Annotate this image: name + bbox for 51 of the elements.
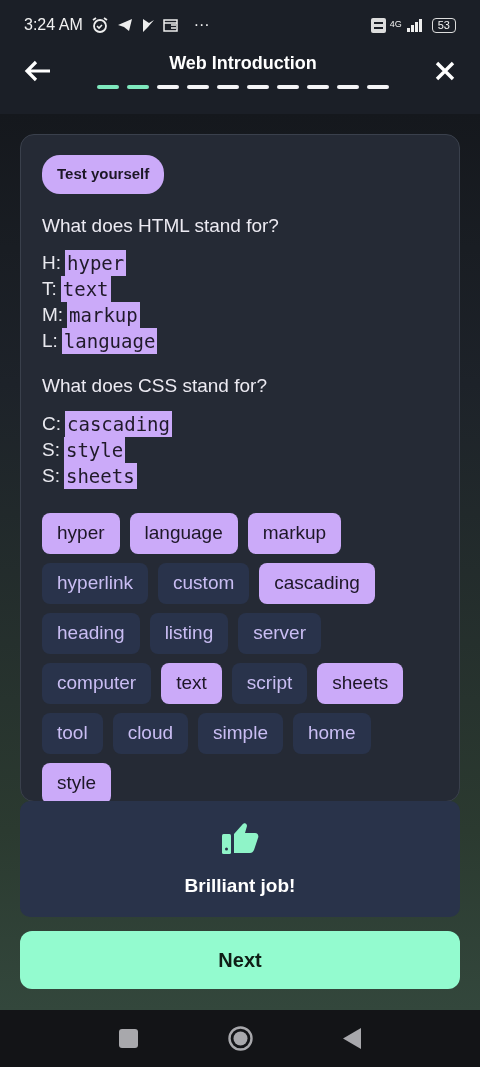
letter-label: S: [42,463,60,488]
word-chip[interactable]: simple [198,712,283,754]
word-chip[interactable]: heading [42,612,140,654]
back-button[interactable] [24,58,52,82]
signal-icon [405,18,424,32]
back-nav-button[interactable] [343,1028,361,1049]
answer-word: markup [67,302,140,328]
page-title: Web Introduction [169,52,317,75]
word-chip[interactable]: markup [247,512,342,554]
battery-level: 53 [431,17,456,33]
word-chip[interactable]: language [129,512,238,554]
word-chip[interactable]: style [42,762,112,801]
alarm-icon [90,16,109,34]
paper-plane-icon [116,18,133,32]
word-chip[interactable]: home [292,712,371,754]
word-chip[interactable]: custom [158,562,250,604]
word-chip[interactable]: listing [149,612,229,654]
letter-label: T: [42,277,57,301]
letter-label: L: [42,329,58,353]
more-indicator: ··· [193,15,210,35]
letter-label: S: [42,437,60,462]
quiz-badge: Test yourself [42,155,165,194]
word-chip[interactable]: server [238,612,321,654]
word-chip[interactable]: hyperlink [42,562,149,604]
answer-word: sheets [63,462,137,489]
answer-word: style [63,436,126,463]
answer-word: cascading [65,410,172,437]
check-flag-icon [140,17,155,33]
question-text: What does HTML stand for? [42,213,280,238]
word-chip[interactable]: cloud [112,712,189,754]
letter-label: C: [42,411,61,436]
home-button[interactable] [228,1026,253,1051]
feedback-message: Brilliant job! [184,873,296,898]
word-chip[interactable]: computer [42,662,152,704]
clock-time: 3:24 AM [24,15,83,35]
word-chip[interactable]: cascading [259,562,375,604]
answer-word: hyper [65,250,127,276]
word-chip[interactable]: text [161,662,222,704]
letter-label: M: [42,303,64,327]
answer-word: language [61,328,158,354]
word-chip[interactable]: script [231,662,308,704]
volte-icon [370,17,386,33]
word-chip[interactable]: sheets [317,662,404,704]
window-icon [162,18,178,32]
answer-word: text [60,276,111,302]
word-chip[interactable]: hyper [42,512,120,554]
question-text: What does CSS stand for? [42,374,268,398]
letter-label: H: [42,251,61,275]
word-chip[interactable]: tool [42,712,103,754]
network-type: 4G [389,17,402,31]
next-button[interactable]: Next [20,931,460,989]
